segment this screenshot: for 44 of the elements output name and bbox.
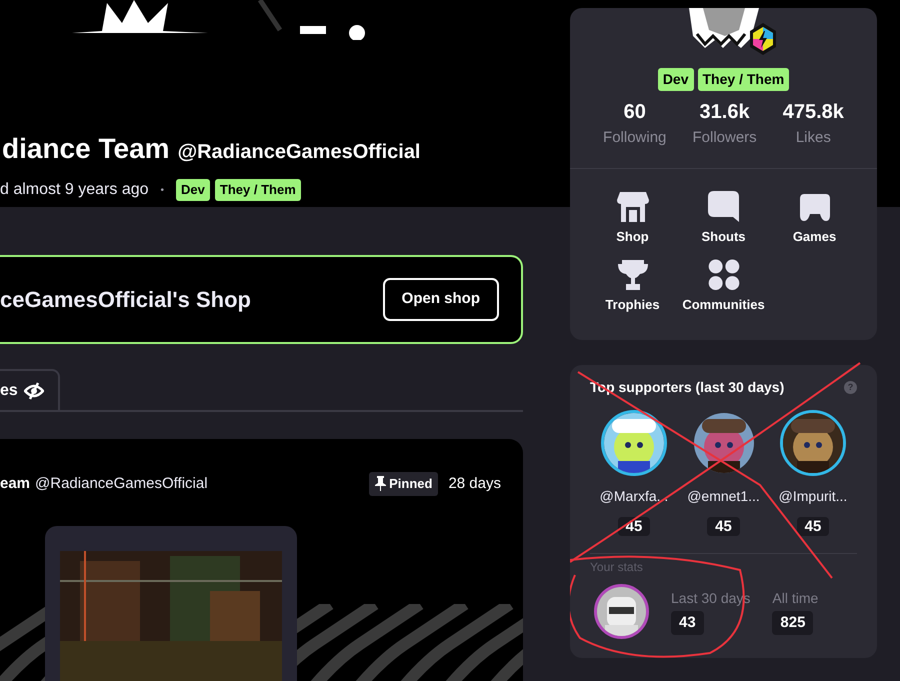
hexagon-badge-icon (748, 22, 778, 56)
post-handle: @RadianceGamesOfficial (35, 474, 208, 494)
post-author: eam (0, 474, 30, 494)
stat-value: 31.6k (700, 100, 750, 125)
trophy-icon (618, 260, 648, 290)
score-badge: 43 (671, 610, 704, 636)
post-age: 28 days (448, 474, 501, 494)
your-stat-label: All time (772, 588, 818, 608)
profile-name: diance Team (1, 132, 170, 166)
tag: Dev (176, 179, 210, 201)
tag: Dev (658, 68, 694, 91)
joined-text: d almost 9 years ago (0, 180, 149, 200)
eye-off-icon (24, 382, 44, 400)
supporter-name[interactable]: @emnet1... (687, 486, 760, 507)
profile-link[interactable]: Games (769, 190, 860, 246)
stat-value: 60 (624, 100, 646, 125)
shop-title: ceGamesOfficial's Shop (0, 286, 251, 314)
supporter-name[interactable]: @Impurit... (778, 486, 848, 507)
profile-link[interactable]: Communities (678, 258, 769, 314)
profile-link[interactable]: Shouts (678, 190, 769, 246)
stat-label: Following (603, 128, 666, 148)
tab[interactable]: es (0, 369, 60, 410)
open-shop-button[interactable]: Open shop (382, 278, 499, 321)
stat-value: 475.8k (782, 100, 844, 125)
profile-link[interactable]: Shop (587, 190, 678, 246)
score-badge: 45 (707, 517, 740, 536)
stat-label: Followers (692, 128, 757, 148)
stat-label: Likes (796, 128, 831, 148)
pin-icon (375, 476, 386, 492)
tag: They / Them (214, 179, 301, 201)
supporter-name[interactable]: @Marxfa... (600, 486, 668, 507)
four-circles-icon (706, 258, 740, 290)
profile-handle: @RadianceGamesOfficial (178, 140, 420, 165)
speech-bubble-icon (708, 191, 739, 222)
tag: They / Them (698, 68, 790, 91)
score-badge: 45 (796, 517, 830, 536)
supporter-avatar[interactable] (780, 410, 846, 476)
supporter-avatar[interactable] (601, 410, 667, 476)
pinned-badge: Pinned (369, 472, 438, 496)
gamepad-icon (800, 194, 830, 222)
storefront-icon (616, 192, 648, 222)
score-badge: 825 (772, 610, 814, 636)
separator-dot: • (160, 184, 164, 198)
profile-link[interactable]: Trophies (587, 258, 678, 314)
